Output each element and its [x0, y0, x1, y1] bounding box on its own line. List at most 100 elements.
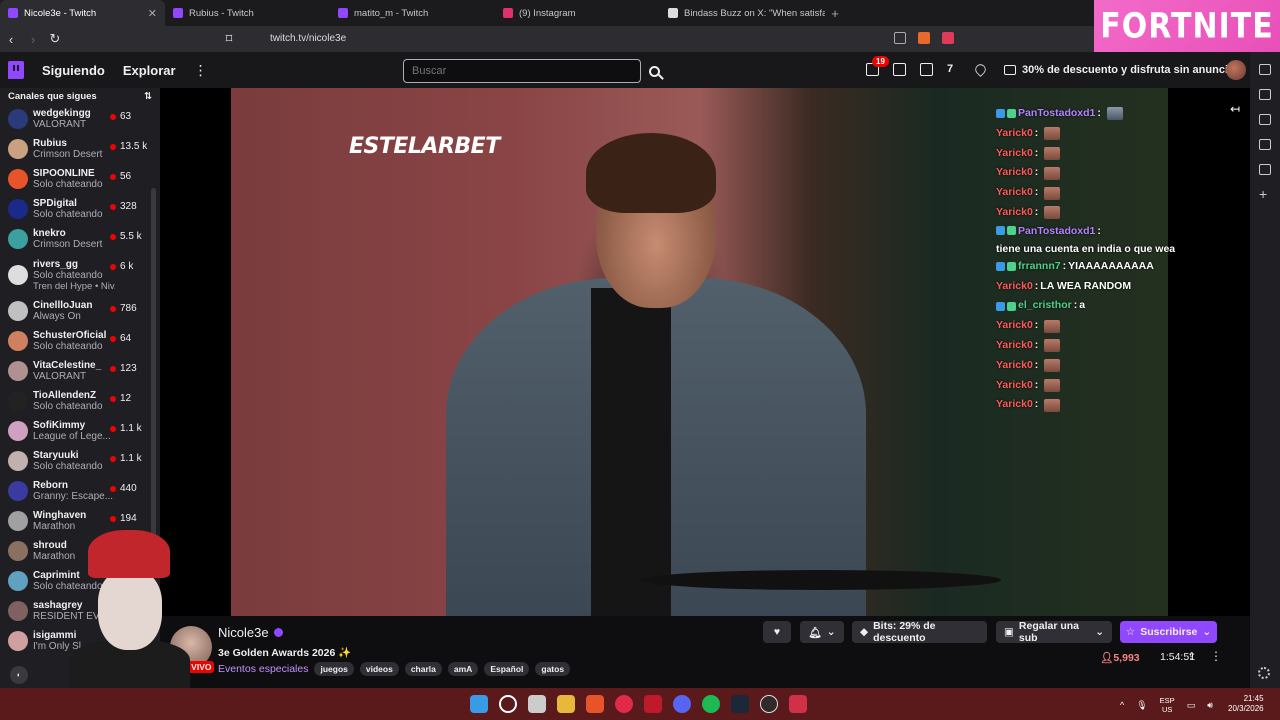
user-avatar[interactable]: [1226, 60, 1246, 80]
url-field[interactable]: twitch.tv/nicole3e: [270, 33, 346, 44]
followed-channel-item[interactable]: Rubius Crimson Desert 13.5 k: [0, 134, 160, 164]
chat-username[interactable]: Yarick0: [996, 376, 1033, 396]
steam-icon[interactable]: [731, 695, 749, 713]
spotify-icon[interactable]: [702, 695, 720, 713]
bits-icon[interactable]: [973, 62, 988, 77]
media-player-icon[interactable]: [615, 695, 633, 713]
chat-username[interactable]: el_cristhor: [1018, 296, 1072, 316]
chat-username[interactable]: Yarick0: [996, 277, 1033, 297]
browser-tab[interactable]: Rubius - Twitch: [165, 0, 330, 26]
stream-tag[interactable]: charla: [404, 662, 442, 676]
back-icon[interactable]: ‹: [0, 32, 22, 47]
share-icon[interactable]: ⇪: [1187, 650, 1196, 663]
clock[interactable]: 21:45 20/3/2026: [1228, 694, 1264, 714]
channel-game: League of Lege...: [33, 431, 111, 442]
sidebar-scrollbar[interactable]: [151, 188, 156, 568]
nav-explore[interactable]: Explorar: [123, 63, 176, 78]
chat-username[interactable]: Yarick0: [996, 356, 1033, 376]
search-input[interactable]: [403, 59, 641, 83]
browser-tab[interactable]: matito_m - Twitch: [330, 0, 495, 26]
stream-tag[interactable]: juegos: [314, 662, 354, 676]
chat-username[interactable]: Yarick0: [996, 395, 1033, 415]
followed-channel-item[interactable]: SchusterOficial Solo chateando 64: [0, 326, 160, 356]
brave-rewards-icon[interactable]: [942, 32, 954, 44]
brave-rewards-taskbar-icon[interactable]: [789, 695, 807, 713]
channel-name[interactable]: Nicole3e: [218, 625, 269, 640]
forward-icon[interactable]: ›: [22, 32, 44, 47]
windows-start-icon[interactable]: [470, 695, 488, 713]
settings-gear-icon[interactable]: [1258, 667, 1270, 679]
followed-channel-item[interactable]: Reborn Granny: Escape... 440: [0, 476, 160, 506]
browser-tab[interactable]: Nicole3e - Twitch ✕: [0, 0, 165, 26]
new-tab-icon[interactable]: +: [825, 0, 845, 26]
adobe-icon[interactable]: [644, 695, 662, 713]
chat-username[interactable]: Yarick0: [996, 316, 1033, 336]
chat-username[interactable]: Yarick0: [996, 203, 1033, 223]
turbo-promo-button[interactable]: 30% de descuento y disfruta sin anuncios: [1004, 64, 1241, 76]
brave-shield-icon[interactable]: [918, 32, 930, 44]
chat-username[interactable]: PanTostadoxd1: [1018, 223, 1095, 239]
bits-discount-button[interactable]: ◆ Bits: 29% de descuento: [852, 620, 987, 644]
channel-name-row[interactable]: Nicole3e: [218, 625, 283, 640]
browser-tab[interactable]: Bindass Buzz on X: "When satisfactio: [660, 0, 825, 26]
sidebar-history-icon[interactable]: [1259, 89, 1271, 100]
prime-icon[interactable]: 7: [947, 63, 960, 76]
chat-username[interactable]: Yarick0: [996, 163, 1033, 183]
chat-username[interactable]: Yarick0: [996, 183, 1033, 203]
obs-icon[interactable]: [760, 695, 778, 713]
account-switch-icon[interactable]: ◐: [10, 666, 28, 684]
more-menu-icon[interactable]: ⋮: [194, 62, 208, 79]
followed-channel-item[interactable]: CinellloJuan Always On 786: [0, 296, 160, 326]
browser-tab[interactable]: (9) Instagram: [495, 0, 660, 26]
stream-tag[interactable]: Español: [484, 662, 530, 676]
tray-chevron-up-icon[interactable]: ^: [1120, 700, 1124, 710]
chat-username[interactable]: PanTostadoxd1: [1018, 104, 1095, 124]
channel-avatar: [8, 421, 28, 441]
twitch-logo-icon[interactable]: [8, 61, 24, 79]
gift-sub-button[interactable]: ▣ Regalar una sub ⌄: [996, 620, 1112, 644]
stream-category[interactable]: Eventos especiales: [218, 663, 308, 675]
viewer-count: 63: [110, 111, 131, 122]
subscribe-button[interactable]: ☆ Suscribirse ⌄: [1120, 621, 1217, 643]
followed-channel-item[interactable]: TioAllendenZ Solo chateando 12: [0, 386, 160, 416]
inbox-icon[interactable]: [893, 63, 906, 76]
followed-channel-item[interactable]: SofiKimmy League of Lege... 1.1 k: [0, 416, 160, 446]
stream-tag[interactable]: videos: [359, 662, 399, 676]
followed-channel-item[interactable]: knekro Crimson Desert 5.5 k: [0, 224, 160, 254]
stream-tag[interactable]: gatos: [535, 662, 571, 676]
followed-channel-item[interactable]: VitaCelestine_ VALORANT 123: [0, 356, 160, 386]
channel-info: CinellloJuan Always On: [33, 300, 115, 322]
followed-channel-item[interactable]: rivers_gg Solo chateando Tren del Hype • N…: [0, 254, 160, 296]
network-icon[interactable]: ▭: [1187, 700, 1196, 711]
chat-username[interactable]: Yarick0: [996, 144, 1033, 164]
share-icon[interactable]: [894, 32, 906, 44]
discord-icon[interactable]: [673, 695, 691, 713]
taskbar-search-icon[interactable]: [499, 695, 517, 713]
stream-tag[interactable]: amA: [447, 662, 479, 676]
fortnite-ad-banner[interactable]: FORTNITE: [1094, 0, 1280, 52]
volume-icon[interactable]: 🔊︎: [1207, 700, 1213, 711]
bookmark-icon[interactable]: ⌑: [218, 31, 240, 47]
sidebar-panel-icon[interactable]: [1259, 64, 1271, 75]
followed-channel-item[interactable]: SIPOONLINE Solo chateando 56: [0, 164, 160, 194]
whispers-icon[interactable]: [920, 63, 933, 76]
chat-username[interactable]: Yarick0: [996, 336, 1033, 356]
close-tab-icon[interactable]: ✕: [148, 7, 157, 20]
notification-bell-button[interactable]: 🔔︎ ⌄: [800, 621, 844, 643]
reload-icon[interactable]: ↻: [44, 31, 66, 47]
nav-following[interactable]: Siguiendo: [42, 63, 105, 78]
chat-username[interactable]: Yarick0: [996, 124, 1033, 144]
followed-channel-item[interactable]: wedgekingg VALORANT 63: [0, 104, 160, 134]
more-options-icon[interactable]: ⋮: [1210, 649, 1222, 663]
language-indicator[interactable]: ESP US: [1160, 696, 1175, 714]
chat-username[interactable]: frrannn7: [1018, 257, 1061, 277]
followed-channel-item[interactable]: SPDigital Solo chateando 328: [0, 194, 160, 224]
brave-browser-icon[interactable]: [586, 695, 604, 713]
followed-channel-item[interactable]: Staryuuki Solo chateando 1.1 k: [0, 446, 160, 476]
follow-heart-button[interactable]: ♥: [763, 621, 791, 643]
task-view-icon[interactable]: [528, 695, 546, 713]
mic-icon[interactable]: 🎙︎: [1136, 700, 1147, 711]
file-explorer-icon[interactable]: [557, 695, 575, 713]
search-button[interactable]: [643, 59, 665, 83]
sort-icon[interactable]: ⇅: [144, 91, 152, 102]
